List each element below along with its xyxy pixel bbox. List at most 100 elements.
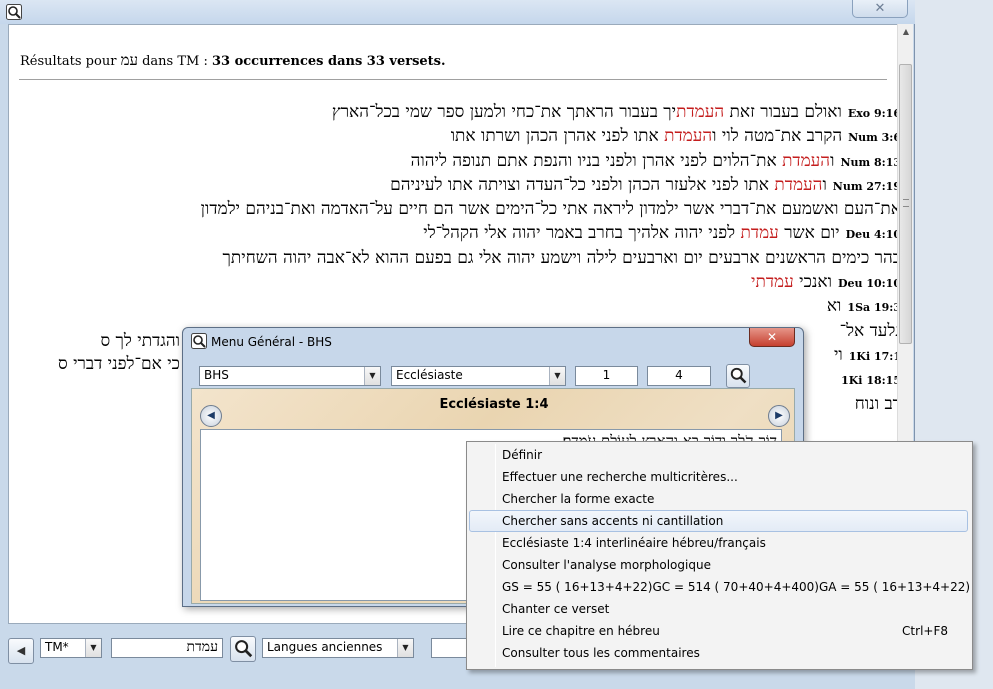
- verse-input[interactable]: 4: [647, 366, 711, 386]
- verse-text: וי: [834, 345, 843, 365]
- source-select[interactable]: BHS ▼: [199, 366, 381, 386]
- verse-reference: Num 3:6: [848, 131, 901, 145]
- magnifier-icon: [235, 640, 253, 658]
- language-select-value: Langues anciennes: [267, 640, 383, 654]
- verse-text-after: יך בעבור הראתך את־כחי ולמען ספר שמי בכל־…: [331, 102, 677, 122]
- menu-item[interactable]: Consulter l'analyse morphologique: [469, 554, 968, 576]
- verse-text: בהר כימים הראשנים ארבעים יום וארבעים ליל…: [223, 248, 901, 268]
- previous-verse-button[interactable]: ◀: [200, 405, 222, 427]
- verse-text-before: יום אשר: [778, 223, 840, 244]
- menu-item[interactable]: Chanter ce verset: [469, 598, 968, 620]
- menu-item[interactable]: Ecclésiaste 1:4 interlinéaire hébreu/fra…: [469, 532, 968, 554]
- language-select[interactable]: Langues anciennes ▼: [262, 638, 414, 658]
- search-input[interactable]: עמדת: [111, 638, 223, 658]
- verse-line[interactable]: Num 8:13 והעמדת את־הלוים לפני אהרן ולפני …: [31, 151, 901, 175]
- menu-item[interactable]: Définir: [469, 444, 968, 466]
- results-count: 33 occurrences dans 33 versets.: [211, 54, 446, 69]
- version-select[interactable]: TM* ▼: [40, 638, 102, 658]
- menu-item-label: Chercher sans accents ni cantillation: [502, 514, 724, 528]
- dialog-close-button[interactable]: ✕: [749, 328, 795, 347]
- results-header: Résultats pour עמ dans TM : 33 occurrenc…: [20, 51, 446, 70]
- search-term: עמ: [120, 51, 138, 69]
- verse-text-after: בהר כימים הראשנים ארבעים יום וארבעים ליל…: [222, 247, 901, 268]
- secondary-field[interactable]: [431, 638, 471, 658]
- verse-highlight: העמדת: [664, 126, 713, 147]
- magnifier-icon: [730, 367, 747, 384]
- chevron-down-icon: ▼: [397, 639, 413, 657]
- verse-text-after: את־העם ואשמעם את־דברי אשר ילמדון ליראה א…: [200, 199, 901, 220]
- verse-line[interactable]: בהר כימים הראשנים ארבעים יום וארבעים ליל…: [31, 248, 901, 272]
- verse-line[interactable]: Num 27:19 והעמדת אתו לפני אלעזר הכהן ולפנ…: [31, 175, 901, 199]
- chevron-down-icon: ▼: [549, 367, 565, 385]
- results-prefix: Résultats pour: [20, 54, 121, 69]
- verse-text-after: גלעד אל־: [839, 320, 901, 341]
- results-middle: dans TM :: [137, 54, 212, 69]
- verse-text-before: הקרב את־מטה לוי ו: [712, 126, 843, 147]
- verse-reference: 1Ki 18:15: [841, 374, 901, 388]
- menu-item[interactable]: Effectuer une recherche multicritères...: [469, 466, 968, 488]
- menu-item-label: Lire ce chapitre en hébreu: [502, 624, 660, 638]
- header-divider: [19, 79, 887, 80]
- verse-line[interactable]: Num 3:6 הקרב את־מטה לוי והעמדת אתו לפני א…: [31, 126, 901, 150]
- verse-text-after: וי: [833, 344, 843, 365]
- verse-text: וא: [827, 296, 842, 316]
- verse-line[interactable]: Deu 10:10 ואנכי עמדתי: [31, 272, 901, 296]
- verse-text-before: ואנכי: [793, 272, 832, 293]
- verse-line[interactable]: Exo 9:16 ואולם בעבור זאת העמדתיך בעבור הר…: [31, 102, 901, 126]
- menu-item[interactable]: Consulter tous les commentaires: [469, 642, 968, 664]
- verse-reference: Deu 4:10: [845, 228, 901, 242]
- menu-item-label: Chanter ce verset: [502, 602, 610, 616]
- verse-line[interactable]: את־העם ואשמעם את־דברי אשר ילמדון ליראה א…: [31, 199, 901, 223]
- verse-text: והעמדת אתו לפני אלעזר הכהן ולפני כל־העדה…: [390, 175, 827, 195]
- menu-item-label: GS = 55 ( 16+13+4+22)GC = 514 ( 70+40+4+…: [502, 580, 971, 594]
- menu-item-shortcut: Ctrl+F8: [902, 624, 948, 638]
- verse-fragment[interactable]: והגדתי לך ס: [14, 331, 180, 355]
- verse-highlight: עמדתי: [751, 272, 794, 293]
- menu-item[interactable]: GS = 55 ( 16+13+4+22)GC = 514 ( 70+40+4+…: [469, 576, 971, 598]
- chapter-input[interactable]: 1: [575, 366, 638, 386]
- verse-text: את־העם ואשמעם את־דברי אשר ילמדון ליראה א…: [201, 199, 901, 219]
- context-menu: Définir Effectuer une recherche multicrit…: [466, 441, 973, 670]
- scroll-up-arrow-icon[interactable]: ▲: [898, 24, 914, 40]
- magnifier-app-icon: [6, 4, 22, 20]
- verse-text: והעמדת את־הלוים לפני אהרן ולפני בניו והנ…: [411, 151, 835, 171]
- version-select-value: TM*: [45, 640, 69, 654]
- main-titlebar: ✕: [0, 0, 915, 24]
- verse-text: הקרב את־מטה לוי והעמדת אתו לפני אהרן הכה…: [451, 126, 842, 146]
- dialog-search-button[interactable]: [726, 364, 750, 388]
- next-verse-button[interactable]: ▶: [768, 405, 790, 427]
- book-select[interactable]: Ecclésiaste ▼: [391, 366, 566, 386]
- verse-fragment[interactable]: כי אם־לפני דברי ס: [14, 354, 180, 378]
- menu-item-label: Effectuer une recherche multicritères...: [502, 470, 738, 484]
- verse-reference: Deu 10:10: [837, 277, 901, 291]
- menu-item-label: Chercher la forme exacte: [502, 492, 655, 506]
- chevron-down-icon: ▼: [85, 639, 101, 657]
- verse-text: רב ונוח: [855, 394, 901, 414]
- verse-line[interactable]: Deu 4:10 יום אשר עמדת לפני יהוה אלהיך בחר…: [31, 223, 901, 247]
- verse-reference: Num 8:13: [840, 155, 901, 169]
- verse-text-before: ו: [822, 174, 827, 195]
- verse-reference: 1Ki 17:1: [848, 349, 901, 363]
- dialog-title: Menu Général - BHS: [211, 335, 332, 349]
- window-close-button[interactable]: ✕: [852, 0, 908, 18]
- menu-item[interactable]: Lire ce chapitre en hébreu Ctrl+F8: [469, 620, 968, 642]
- menu-item-label: Définir: [502, 448, 543, 462]
- verse-text-after: וא: [826, 296, 842, 317]
- scrollbar-thumb[interactable]: [899, 64, 912, 344]
- search-button[interactable]: [230, 636, 256, 662]
- scrollbar-grip: [903, 199, 909, 207]
- menu-item-label: Consulter l'analyse morphologique: [502, 558, 711, 572]
- verse-text-before: ואולם בעבור זאת: [724, 102, 842, 122]
- verse-text: ואנכי עמדתי: [751, 272, 832, 292]
- menu-item[interactable]: Chercher sans accents ni cantillation: [469, 510, 968, 532]
- verse-reference: Exo 9:16: [847, 107, 901, 120]
- magnifier-app-icon: [191, 333, 207, 349]
- previous-button[interactable]: ◀: [8, 638, 34, 664]
- verse-text: ואולם בעבור זאת העמדתיך בעבור הראתך את־כ…: [332, 102, 842, 122]
- menu-item[interactable]: Chercher la forme exacte: [469, 488, 968, 510]
- verse-line[interactable]: 1Sa 19:3 וא: [31, 296, 901, 320]
- verse-text-after: אתו לפני אהרן הכהן ושרתו אתו: [450, 126, 665, 147]
- verse-heading: Ecclésiaste 1:4: [439, 397, 549, 412]
- verse-text-after: רב ונוח: [854, 393, 901, 414]
- verse-reference: Num 27:19: [832, 179, 901, 193]
